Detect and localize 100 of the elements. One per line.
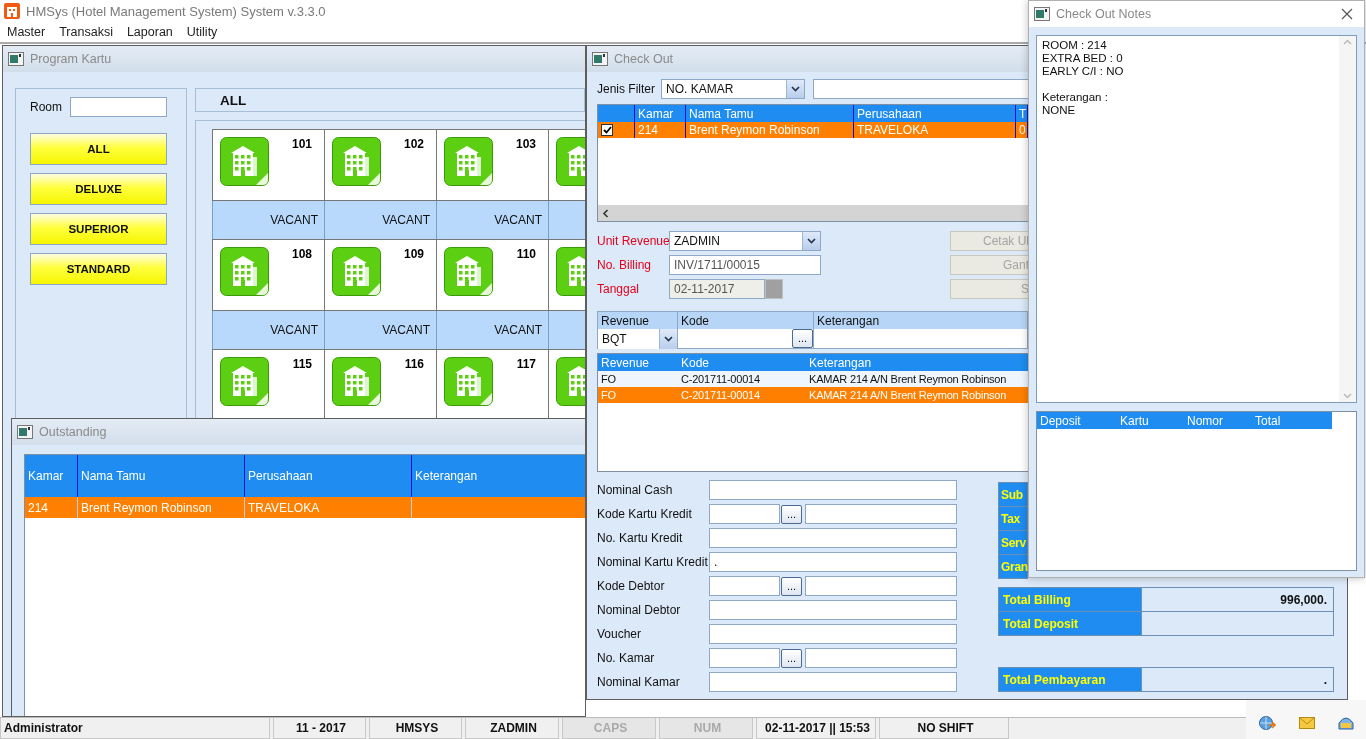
room-tile[interactable]: 101 xyxy=(212,129,325,201)
room-field[interactable] xyxy=(70,97,167,117)
room-tile[interactable]: 108 xyxy=(212,239,325,311)
date-field[interactable]: 02-11-2017 xyxy=(669,279,765,299)
room-tile[interactable]: 102 xyxy=(324,129,437,201)
browse-button[interactable]: ... xyxy=(781,504,802,524)
name-field[interactable] xyxy=(805,648,957,668)
window-icon xyxy=(1034,7,1050,21)
code-field[interactable] xyxy=(709,576,780,596)
building-icon xyxy=(556,247,585,296)
name-field[interactable] xyxy=(805,504,957,524)
category-button[interactable]: ALL xyxy=(30,133,167,165)
room-status: VACANT xyxy=(212,310,325,350)
table-cell: TRAVELOKA xyxy=(854,122,1016,138)
menu-item[interactable]: Laporan xyxy=(119,25,180,39)
status-field: HMSYS xyxy=(369,718,462,739)
table-cell: TRAVELOKA xyxy=(245,497,412,518)
total-label: Total Deposit xyxy=(998,611,1142,636)
menu-item[interactable]: Transaksi xyxy=(52,25,120,39)
room-tile[interactable] xyxy=(548,129,585,201)
room-status: VACANT xyxy=(324,310,437,350)
close-icon[interactable] xyxy=(1341,8,1353,20)
browse-button[interactable]: ... xyxy=(781,648,802,668)
building-icon xyxy=(556,357,585,406)
table-cell-text: KAMAR 214 A/N Brent Reymon Robinson xyxy=(808,372,1008,387)
category-button[interactable]: DELUXE xyxy=(30,173,167,205)
browse-button[interactable]: ... xyxy=(792,329,813,348)
room-number: 102 xyxy=(403,137,424,151)
chevron-left-icon xyxy=(602,208,609,218)
billing-field[interactable]: INV/1711/00015 xyxy=(669,255,821,275)
category-header: ALL xyxy=(195,88,585,112)
building-icon xyxy=(220,247,269,296)
status-field: CAPS xyxy=(562,718,656,739)
window-title: Check Out Notes xyxy=(1056,7,1152,21)
table-cell-text: C-201711-00014 xyxy=(680,372,761,387)
building-icon xyxy=(220,137,269,186)
field-label: No. Kamar xyxy=(597,651,656,665)
envelope-icon[interactable] xyxy=(1299,716,1315,729)
date-picker-button[interactable] xyxy=(765,279,783,299)
room-number: 110 xyxy=(516,247,536,261)
field-label: Kode Debtor xyxy=(597,579,666,593)
amount-field[interactable] xyxy=(709,480,957,500)
name-field[interactable] xyxy=(805,576,957,596)
amount-field[interactable] xyxy=(709,528,957,548)
room-number: 108 xyxy=(291,247,312,261)
field-label: Nominal Cash xyxy=(597,483,674,497)
menu-item[interactable]: Master xyxy=(0,25,53,39)
total-label: Sub xyxy=(998,482,1028,507)
window-icon xyxy=(8,52,24,66)
room-tile[interactable]: 117 xyxy=(436,349,549,421)
category-button[interactable]: SUPERIOR xyxy=(30,213,167,245)
room-tile[interactable] xyxy=(548,239,585,311)
chevron-down-icon xyxy=(791,86,800,92)
field-label: Nominal Kartu Kredit xyxy=(597,555,709,569)
total-label: Gran xyxy=(998,554,1028,579)
room-tile[interactable]: 103 xyxy=(436,129,549,201)
window-title: Check Out xyxy=(614,52,674,66)
globe-icon[interactable] xyxy=(1257,714,1276,731)
hotel-icon xyxy=(4,3,20,19)
row-checkbox[interactable] xyxy=(601,124,613,136)
field-label: Nominal Kamar xyxy=(597,675,681,689)
room-number: 116 xyxy=(404,357,424,371)
room-status: VACANT xyxy=(324,200,437,240)
code-field[interactable] xyxy=(709,648,780,668)
room-tile[interactable] xyxy=(548,349,585,421)
building-icon xyxy=(556,137,585,186)
room-tile[interactable]: 115 xyxy=(212,349,325,421)
amount-field[interactable] xyxy=(709,624,957,644)
chevron-down-icon xyxy=(664,335,673,342)
field-label: Unit Revenue xyxy=(597,234,669,248)
status-field: 11 - 2017 xyxy=(273,718,366,739)
search-field[interactable] xyxy=(813,79,1029,99)
menu-item[interactable]: Utility xyxy=(179,25,225,39)
horizontal-scrollbar[interactable] xyxy=(598,205,1028,221)
room-number: 109 xyxy=(403,247,424,261)
amount-field[interactable]: . xyxy=(709,552,957,572)
field-label: No. Billing xyxy=(597,258,653,272)
unit-revenue-dropdown[interactable]: ZADMIN xyxy=(669,231,821,251)
filter-dropdown[interactable]: NO. KAMAR xyxy=(661,79,805,99)
room-tile[interactable]: 116 xyxy=(324,349,437,421)
field-label: No. Kartu Kredit xyxy=(597,531,684,545)
inbox-icon[interactable] xyxy=(1338,715,1355,730)
room-status xyxy=(548,310,585,350)
room-tile[interactable]: 110 xyxy=(436,239,549,311)
revenue-dropdown[interactable]: BQT xyxy=(598,328,677,349)
amount-field[interactable] xyxy=(709,672,957,692)
room-number: 103 xyxy=(515,137,536,151)
field-label: Nominal Debtor xyxy=(597,603,682,617)
building-icon xyxy=(444,357,493,406)
building-icon xyxy=(332,137,381,186)
window-title: Outstanding xyxy=(39,425,107,439)
browse-button[interactable]: ... xyxy=(781,576,802,596)
amount-field[interactable] xyxy=(709,600,957,620)
room-number: 117 xyxy=(516,357,536,371)
field-label: Kode Kartu Kredit xyxy=(597,507,693,521)
category-button[interactable]: STANDARD xyxy=(30,253,167,285)
table-row[interactable]: FO C-201711-00014 KAMAR 214 A/N Brent Reymon Robinson xyxy=(598,371,1028,387)
code-field[interactable] xyxy=(709,504,780,524)
room-tile[interactable]: 109 xyxy=(324,239,437,311)
building-icon xyxy=(444,137,493,186)
